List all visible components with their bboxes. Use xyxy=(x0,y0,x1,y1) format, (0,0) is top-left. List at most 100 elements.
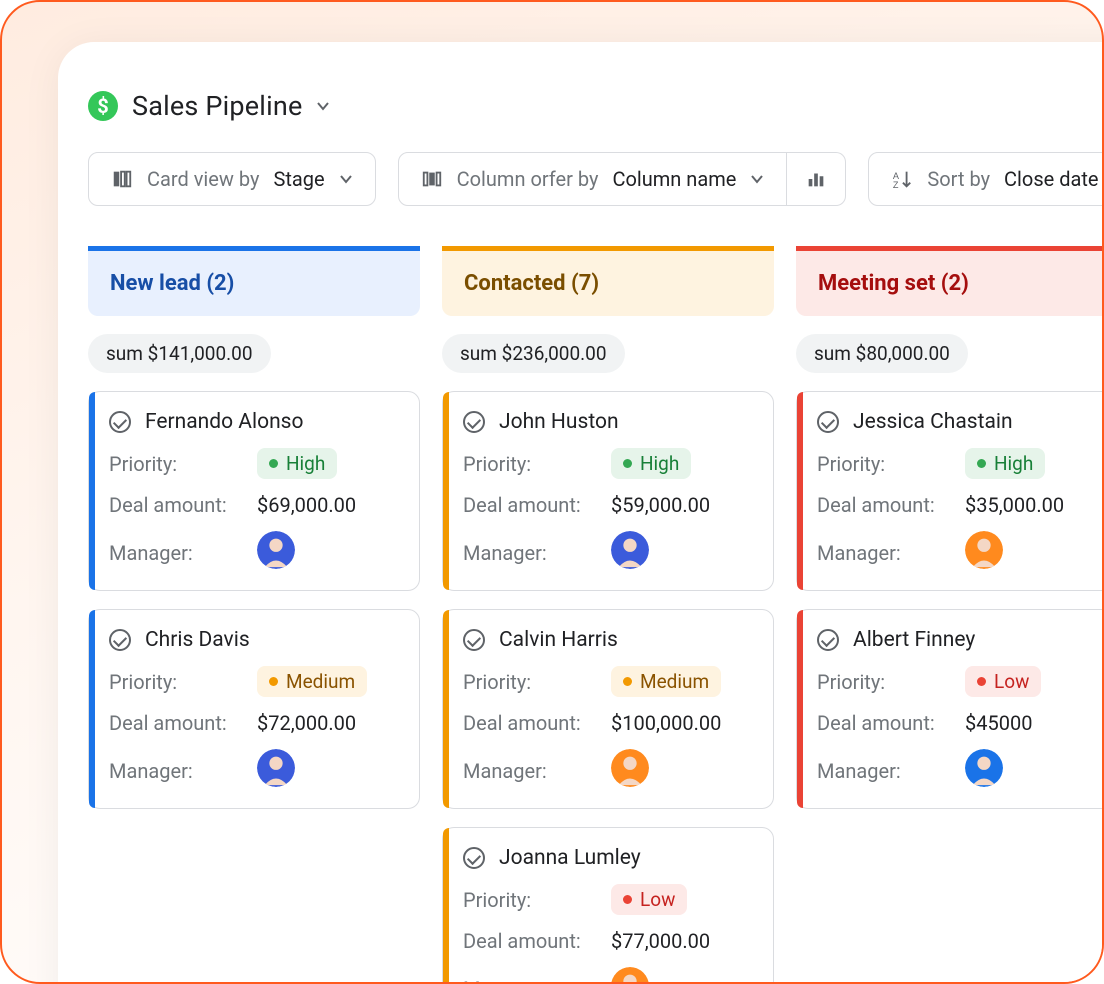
check-circle-icon xyxy=(109,629,131,651)
manager-avatar xyxy=(257,749,295,792)
deal-amount-label: Deal amount: xyxy=(463,929,593,953)
manager-label: Manager: xyxy=(817,541,947,565)
card-view-prefix: Card view by xyxy=(147,167,259,191)
sort-button[interactable]: A Z Sort by Close date xyxy=(868,152,1104,206)
column-sum: sum $141,000.00 xyxy=(88,334,271,373)
priority-label: Priority: xyxy=(817,670,947,694)
manager-label: Manager: xyxy=(109,759,239,783)
column-header[interactable]: Contacted (7) xyxy=(442,246,774,316)
card-person-name: Joanna Lumley xyxy=(499,846,641,870)
deal-amount-value: $69,000.00 xyxy=(257,493,356,517)
card-person-name: Fernando Alonso xyxy=(145,410,303,434)
page-title: Sales Pipeline xyxy=(132,90,302,122)
priority-badge: Low xyxy=(611,884,687,915)
priority-label: Priority: xyxy=(463,670,593,694)
manager-label: Manager: xyxy=(463,977,593,984)
manager-avatar xyxy=(611,749,649,792)
board-column: New lead (2) sum $141,000.00 Fernando Al… xyxy=(88,246,420,984)
priority-badge: Low xyxy=(965,666,1041,697)
manager-label: Manager: xyxy=(817,759,947,783)
column-header[interactable]: New lead (2) xyxy=(88,246,420,316)
deal-card[interactable]: Fernando Alonso Priority: High Deal amou… xyxy=(88,391,420,591)
board-icon xyxy=(111,168,133,190)
priority-value: Low xyxy=(640,888,675,911)
deal-amount-value: $100,000.00 xyxy=(611,711,721,735)
priority-badge: Medium xyxy=(257,666,367,697)
priority-value: Medium xyxy=(286,670,355,693)
deal-amount-label: Deal amount: xyxy=(817,711,947,735)
priority-value: High xyxy=(640,452,679,475)
manager-label: Manager: xyxy=(463,759,593,783)
deal-amount-value: $45000 xyxy=(965,711,1032,735)
page-title-bar[interactable]: $ Sales Pipeline xyxy=(88,90,1104,122)
svg-text:Z: Z xyxy=(893,180,899,190)
priority-dot-icon xyxy=(623,677,632,686)
priority-value: High xyxy=(286,452,325,475)
deal-card[interactable]: Albert Finney Priority: Low Deal amount:… xyxy=(796,609,1104,809)
check-circle-icon xyxy=(817,629,839,651)
column-sum: sum $80,000.00 xyxy=(796,334,968,373)
column-header[interactable]: Meeting set (2) xyxy=(796,246,1104,316)
dollar-icon: $ xyxy=(88,91,118,121)
manager-avatar xyxy=(965,749,1003,792)
manager-avatar xyxy=(965,531,1003,574)
sort-value: Close date xyxy=(1004,167,1098,191)
deal-card[interactable]: Joanna Lumley Priority: Low Deal amount:… xyxy=(442,827,774,984)
deal-amount-label: Deal amount: xyxy=(463,711,593,735)
deal-amount-value: $77,000.00 xyxy=(611,929,710,953)
deal-card[interactable]: Jessica Chastain Priority: High Deal amo… xyxy=(796,391,1104,591)
priority-dot-icon xyxy=(269,677,278,686)
manager-avatar xyxy=(611,531,649,574)
column-sum: sum $236,000.00 xyxy=(442,334,625,373)
card-view-button[interactable]: Card view by Stage xyxy=(88,152,376,206)
bar-chart-icon xyxy=(805,168,827,190)
check-circle-icon xyxy=(109,411,131,433)
deal-card[interactable]: John Huston Priority: High Deal amount: … xyxy=(442,391,774,591)
deal-amount-value: $59,000.00 xyxy=(611,493,710,517)
priority-value: Medium xyxy=(640,670,709,693)
priority-dot-icon xyxy=(623,895,632,904)
card-stripe xyxy=(89,392,95,590)
card-stripe xyxy=(797,392,803,590)
priority-label: Priority: xyxy=(109,452,239,476)
priority-label: Priority: xyxy=(463,888,593,912)
priority-label: Priority: xyxy=(109,670,239,694)
check-circle-icon xyxy=(817,411,839,433)
caret-down-icon xyxy=(316,99,330,113)
card-view-value: Stage xyxy=(273,167,324,191)
card-stripe xyxy=(443,610,449,808)
deal-amount-label: Deal amount: xyxy=(463,493,593,517)
chart-toggle-button[interactable] xyxy=(787,152,846,206)
priority-dot-icon xyxy=(623,459,632,468)
priority-dot-icon xyxy=(977,459,986,468)
card-person-name: Albert Finney xyxy=(853,628,975,652)
priority-value: High xyxy=(994,452,1033,475)
deal-amount-value: $35,000.00 xyxy=(965,493,1064,517)
priority-badge: High xyxy=(965,448,1045,479)
column-order-prefix: Column orfer by xyxy=(457,167,599,191)
card-stripe xyxy=(89,610,95,808)
check-circle-icon xyxy=(463,411,485,433)
deal-amount-label: Deal amount: xyxy=(817,493,947,517)
card-stripe xyxy=(797,610,803,808)
priority-dot-icon xyxy=(977,677,986,686)
deal-card[interactable]: Calvin Harris Priority: Medium Deal amou… xyxy=(442,609,774,809)
priority-dot-icon xyxy=(269,459,278,468)
card-stripe xyxy=(443,392,449,590)
columns-icon xyxy=(421,168,443,190)
column-order-value: Column name xyxy=(612,167,736,191)
column-order-button[interactable]: Column orfer by Column name xyxy=(398,152,788,206)
manager-avatar xyxy=(611,967,649,984)
card-person-name: Jessica Chastain xyxy=(853,410,1013,434)
deal-card[interactable]: Chris Davis Priority: Medium Deal amount… xyxy=(88,609,420,809)
check-circle-icon xyxy=(463,847,485,869)
priority-badge: High xyxy=(257,448,337,479)
priority-value: Low xyxy=(994,670,1029,693)
board-column: Meeting set (2) sum $80,000.00 Jessica C… xyxy=(796,246,1104,984)
sort-az-icon: A Z xyxy=(891,168,913,190)
card-person-name: Chris Davis xyxy=(145,628,250,652)
card-person-name: Calvin Harris xyxy=(499,628,618,652)
manager-label: Manager: xyxy=(463,541,593,565)
priority-badge: Medium xyxy=(611,666,721,697)
deal-amount-value: $72,000.00 xyxy=(257,711,356,735)
